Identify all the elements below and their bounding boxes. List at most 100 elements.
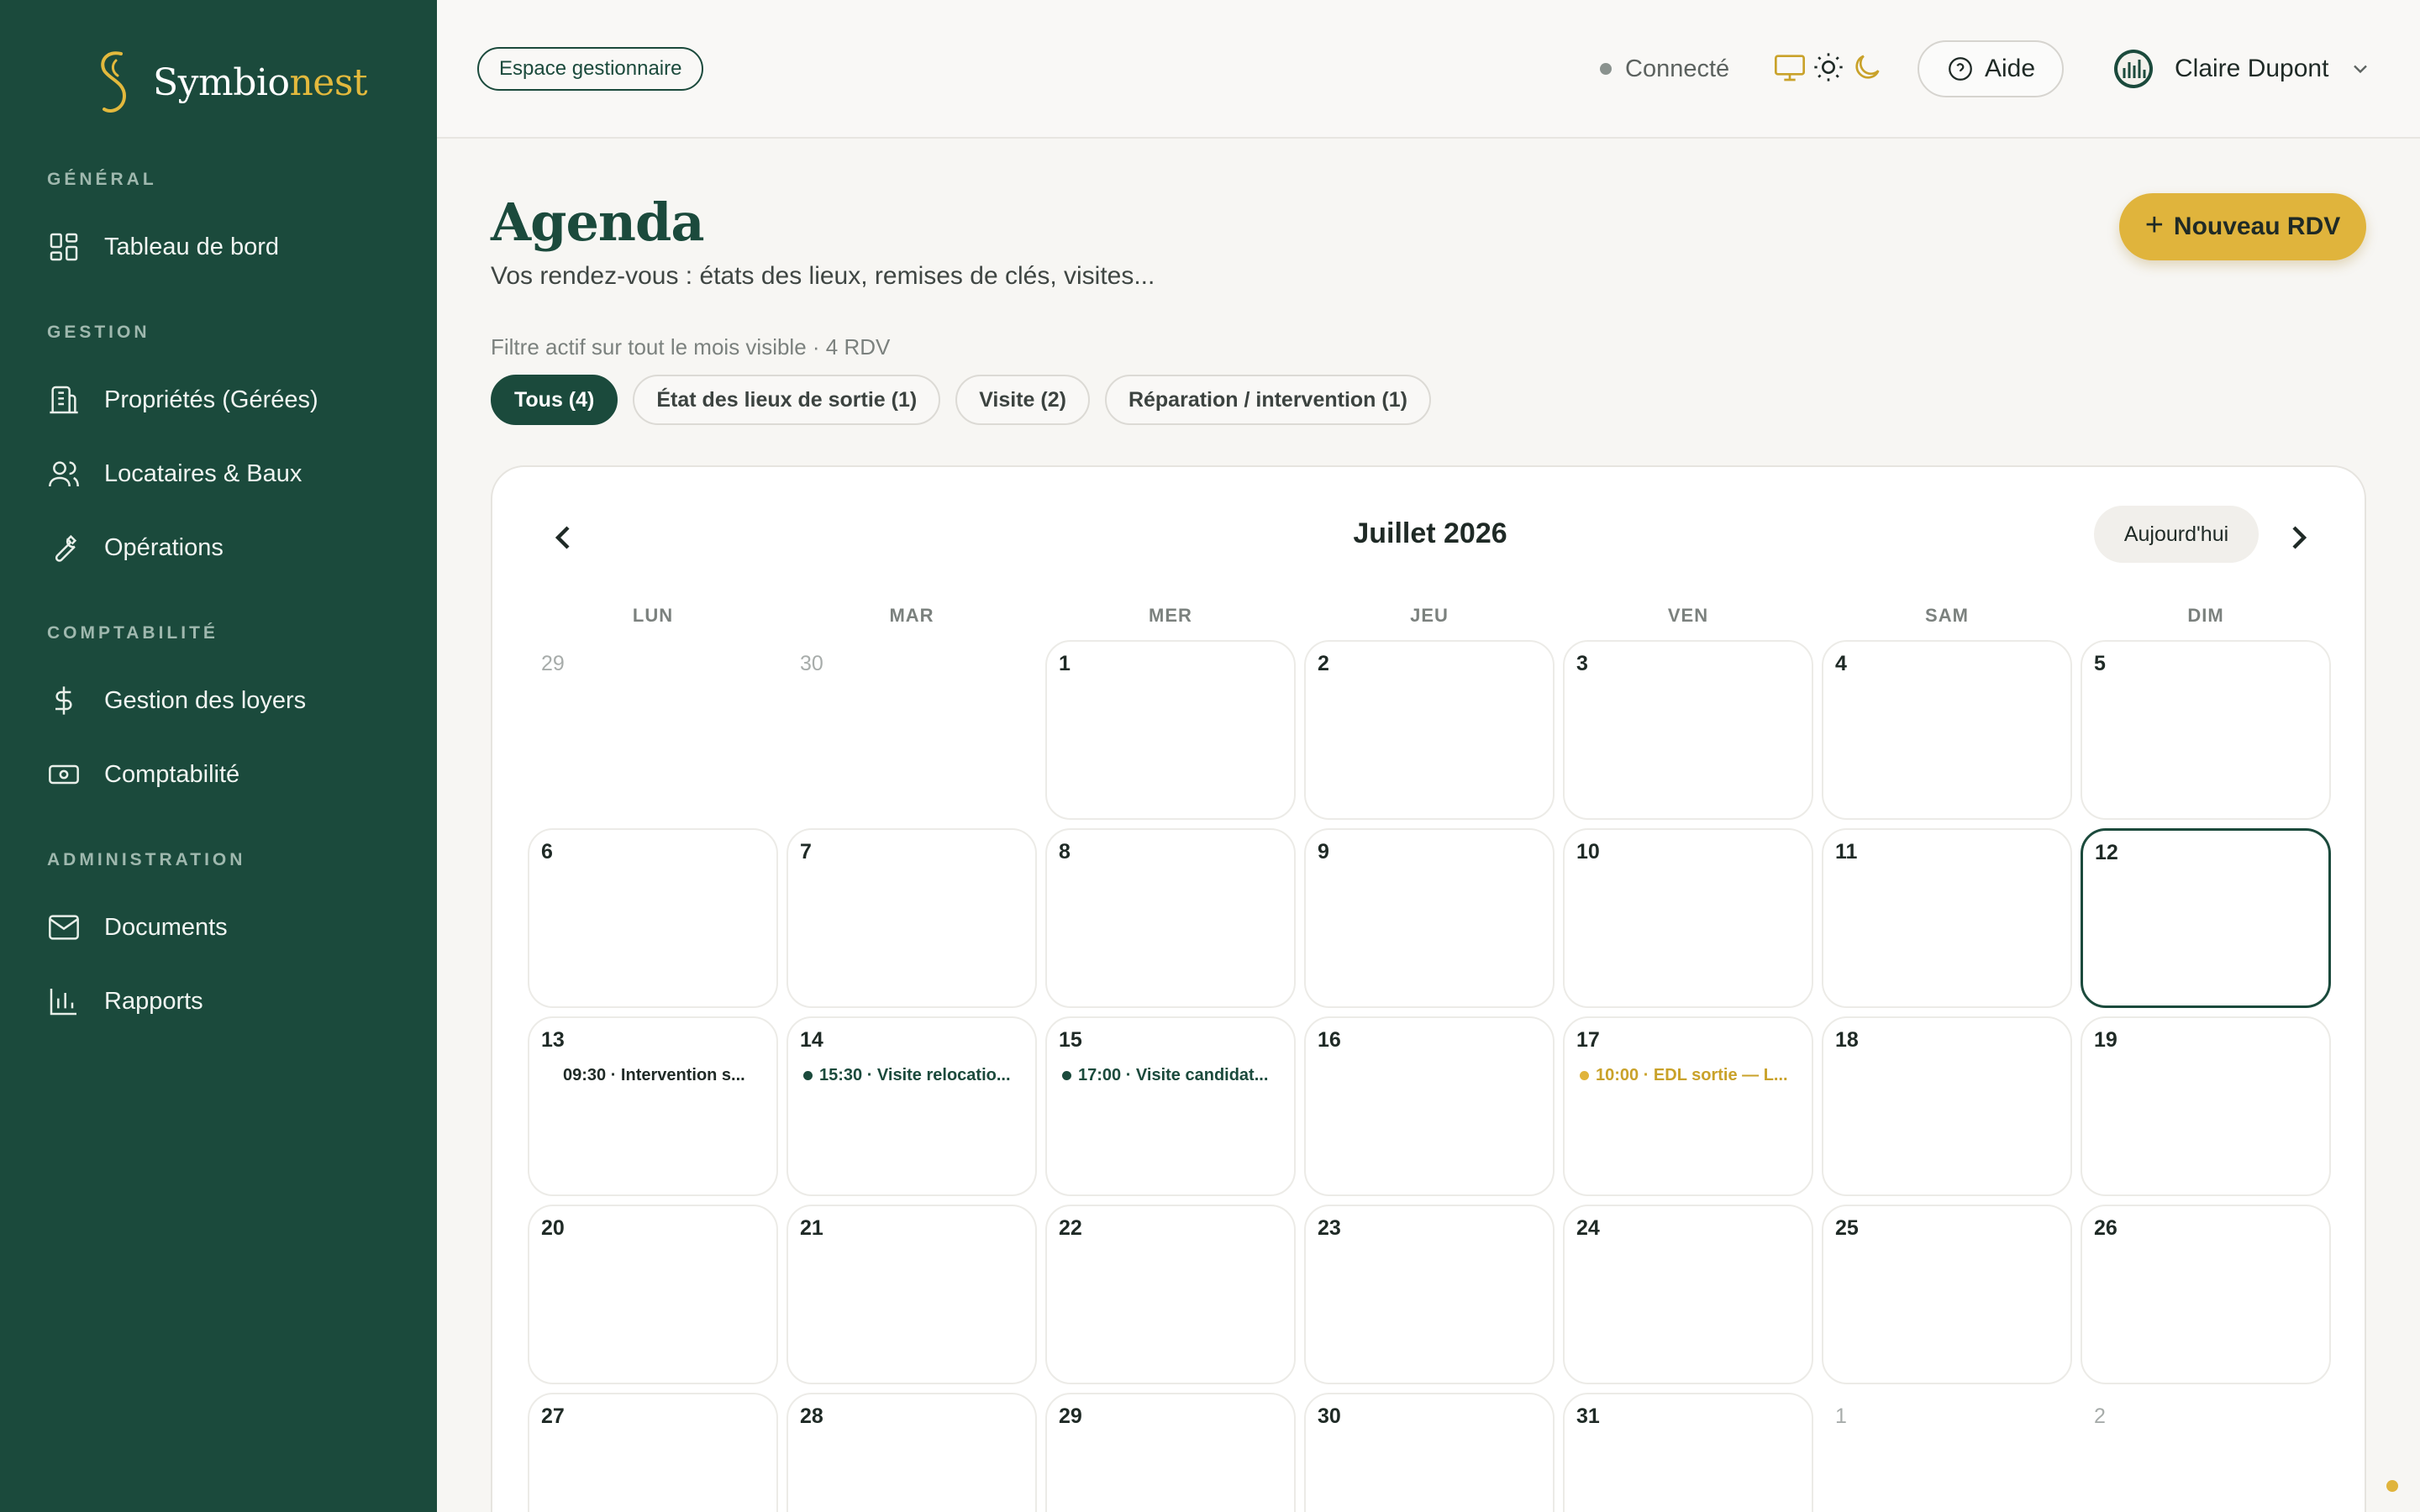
- weekday-label: JEU: [1410, 605, 1449, 626]
- sidebar-item-label: Comptabilité: [104, 760, 240, 788]
- calendar-day[interactable]: 23: [1304, 1205, 1555, 1384]
- calendar-day[interactable]: 21: [786, 1205, 1037, 1384]
- brand-logo[interactable]: Symbionest: [92, 49, 368, 116]
- day-number: 30: [800, 652, 823, 675]
- day-number: 1: [1059, 652, 1071, 675]
- calendar-day[interactable]: 18: [1822, 1016, 2072, 1196]
- chevron-right-icon[interactable]: [2279, 517, 2319, 558]
- day-number: 15: [1059, 1028, 1082, 1052]
- dollar-icon: [55, 686, 72, 715]
- day-number: 1: [1835, 1404, 1847, 1428]
- nav-section-administration: ADMINISTRATION: [47, 850, 246, 869]
- calendar-event[interactable]: 15:30 · Visite relocatio...: [803, 1063, 1023, 1087]
- sidebar-item-documents[interactable]: Documents: [47, 897, 408, 958]
- user-menu[interactable]: Claire Dupont: [2112, 44, 2372, 94]
- plus-icon: +: [2144, 207, 2164, 243]
- sidebar-item-dashboard[interactable]: Tableau de bord: [47, 217, 408, 277]
- calendar-day[interactable]: 2: [1304, 640, 1555, 820]
- sun-icon[interactable]: [1812, 50, 1845, 84]
- calendar-day[interactable]: 10: [1563, 828, 1813, 1008]
- day-number: 5: [2094, 652, 2106, 675]
- calendar-day[interactable]: 3: [1563, 640, 1813, 820]
- filter-exit-inspection[interactable]: État des lieux de sortie (1): [633, 375, 941, 425]
- weekday-label: VEN: [1667, 605, 1709, 626]
- calendar-event[interactable]: 17:00 · Visite candidat...: [1062, 1063, 1282, 1087]
- event-dot-icon: [1062, 1070, 1071, 1080]
- calendar-day[interactable]: 30: [1304, 1393, 1555, 1512]
- sidebar-item-properties[interactable]: Propriétés (Gérées): [47, 370, 408, 430]
- topbar: Espace gestionnaire Connecté Aide Claire…: [437, 0, 2420, 139]
- moon-icon[interactable]: [1850, 50, 1884, 84]
- sidebar-item-reports[interactable]: Rapports: [47, 971, 408, 1032]
- calendar-day[interactable]: 25: [1822, 1205, 2072, 1384]
- sidebar-item-label: Documents: [104, 913, 228, 941]
- calendar-day[interactable]: 11: [1822, 828, 2072, 1008]
- calendar-day[interactable]: 16: [1304, 1016, 1555, 1196]
- sidebar-item-label: Rapports: [104, 987, 203, 1015]
- event-label: 17:00 · Visite candidat...: [1078, 1065, 1269, 1084]
- calendar-day[interactable]: 8: [1045, 828, 1296, 1008]
- day-number: 21: [800, 1216, 823, 1240]
- filter-visit[interactable]: Visite (2): [955, 375, 1090, 425]
- event-label: 09:30 · Intervention s...: [563, 1065, 745, 1084]
- calendar-day[interactable]: 1: [1822, 1393, 2072, 1512]
- connection-status: Connecté: [1600, 50, 1729, 87]
- calendar-day[interactable]: 2: [2081, 1393, 2331, 1512]
- calendar-day[interactable]: 19: [2081, 1016, 2331, 1196]
- day-number: 11: [1835, 840, 1858, 864]
- calendar-day[interactable]: 17 10:00 · EDL sortie — L...: [1563, 1016, 1813, 1196]
- calendar-day[interactable]: 22: [1045, 1205, 1296, 1384]
- day-number: 29: [1059, 1404, 1082, 1428]
- day-number: 29: [541, 652, 565, 675]
- day-number: 12: [2095, 841, 2118, 864]
- calendar-day[interactable]: 1: [1045, 640, 1296, 820]
- help-button[interactable]: Aide: [1918, 40, 2064, 97]
- calendar-day[interactable]: 14 15:30 · Visite relocatio...: [786, 1016, 1037, 1196]
- sidebar-item-rent[interactable]: Gestion des loyers: [47, 670, 408, 731]
- page-title: Agenda: [491, 192, 705, 253]
- mail-icon: [49, 915, 79, 940]
- page-subtitle: Vos rendez-vous : états des lieux, remis…: [491, 262, 1155, 290]
- sidebar-item-operations[interactable]: Opérations: [47, 517, 408, 578]
- day-number: 27: [541, 1404, 565, 1428]
- sidebar-item-label: Tableau de bord: [104, 233, 279, 260]
- calendar-day[interactable]: 24: [1563, 1205, 1813, 1384]
- calendar-day[interactable]: 4: [1822, 640, 2072, 820]
- monitor-icon[interactable]: [1773, 50, 1807, 84]
- calendar-day[interactable]: 5: [2081, 640, 2331, 820]
- calendar-day[interactable]: 15 17:00 · Visite candidat...: [1045, 1016, 1296, 1196]
- calendar-day[interactable]: 31: [1563, 1393, 1813, 1512]
- calendar-day-today[interactable]: 12: [2081, 828, 2331, 1008]
- day-number: 3: [1576, 652, 1588, 675]
- new-appointment-button[interactable]: + Nouveau RDV: [2119, 193, 2366, 260]
- filter-repair[interactable]: Réparation / intervention (1): [1104, 375, 1431, 425]
- weekday-label: MER: [1149, 605, 1192, 626]
- day-number: 25: [1835, 1216, 1859, 1240]
- calendar-day[interactable]: 7: [786, 828, 1037, 1008]
- day-number: 17: [1576, 1028, 1600, 1052]
- calendar-day[interactable]: 29: [1045, 1393, 1296, 1512]
- calendar-day[interactable]: 30: [786, 640, 1037, 820]
- sidebar-item-accounting[interactable]: Comptabilité: [47, 744, 408, 805]
- avatar: [2114, 50, 2153, 88]
- calendar-day[interactable]: 26: [2081, 1205, 2331, 1384]
- calendar-event[interactable]: 10:00 · EDL sortie — L...: [1580, 1063, 1800, 1087]
- calendar-day[interactable]: 6: [528, 828, 778, 1008]
- calendar-day[interactable]: 29: [528, 640, 778, 820]
- calendar-day[interactable]: 20: [528, 1205, 778, 1384]
- status-dot-icon: [1600, 63, 1612, 75]
- sidebar-item-tenants[interactable]: Locataires & Baux: [47, 444, 408, 504]
- calendar-day[interactable]: 28: [786, 1393, 1037, 1512]
- today-button[interactable]: Aujourd'hui: [2094, 506, 2259, 563]
- calendar-day[interactable]: 13 09:30 · Intervention s...: [528, 1016, 778, 1196]
- day-number: 7: [800, 840, 812, 864]
- calendar-day[interactable]: 27: [528, 1393, 778, 1512]
- weekday-label: SAM: [1925, 605, 1969, 626]
- sidebar: Symbionest GÉNÉRAL Tableau de bord GESTI…: [0, 0, 437, 1512]
- calendar-day[interactable]: 9: [1304, 828, 1555, 1008]
- filter-all[interactable]: Tous (4): [491, 375, 618, 425]
- day-number: 2: [2094, 1404, 2106, 1428]
- calendar-event[interactable]: 09:30 · Intervention s...: [544, 1063, 765, 1087]
- brand-name: Symbionest: [153, 60, 368, 104]
- user-name: Claire Dupont: [2175, 55, 2329, 82]
